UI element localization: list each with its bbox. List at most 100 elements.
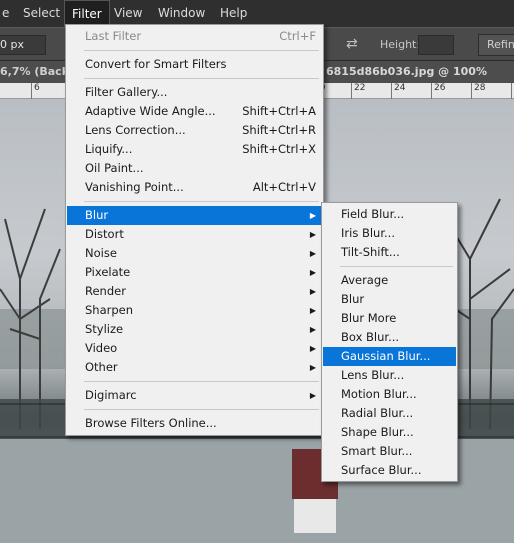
ruler-tick: 22 — [351, 83, 365, 99]
menu-item-other[interactable]: Other ▶ — [67, 358, 322, 377]
menu-item-adaptive-wide-angle[interactable]: Adaptive Wide Angle... Shift+Ctrl+A — [67, 102, 322, 121]
menu-item-digimarc[interactable]: Digimarc ▶ — [67, 386, 322, 405]
menu-item-average[interactable]: Average — [323, 271, 456, 290]
menu-item-filter-gallery[interactable]: Filter Gallery... — [67, 83, 322, 102]
menu-item-lens-blur[interactable]: Lens Blur... — [323, 366, 456, 385]
menu-separator — [84, 201, 319, 202]
menu-item-label: Video — [85, 341, 118, 355]
shortcut-label: Shift+Ctrl+X — [242, 142, 316, 156]
menu-item-label: Lens Correction... — [85, 123, 186, 137]
menu-edit[interactable]: e — [0, 0, 16, 27]
menu-item-liquify[interactable]: Liquify... Shift+Ctrl+X — [67, 140, 322, 159]
menu-item-distort[interactable]: Distort ▶ — [67, 225, 322, 244]
menu-item-label: Browse Filters Online... — [85, 416, 217, 430]
menu-item-shape-blur[interactable]: Shape Blur... — [323, 423, 456, 442]
menu-separator — [84, 78, 319, 79]
menu-item-label: Render — [85, 284, 126, 298]
menu-item-label: Sharpen — [85, 303, 134, 317]
menu-item-last-filter[interactable]: Last Filter Ctrl+F — [67, 27, 322, 46]
menu-item-label: Stylize — [85, 322, 124, 336]
menu-item-render[interactable]: Render ▶ — [67, 282, 322, 301]
ruler-tick: 6 — [31, 83, 40, 99]
ruler-tick: 28 — [471, 83, 485, 99]
menu-item-sharpen[interactable]: Sharpen ▶ — [67, 301, 322, 320]
submenu-arrow-icon: ▶ — [309, 306, 316, 315]
submenu-arrow-icon: ▶ — [309, 391, 316, 400]
feather-input[interactable]: 0 px — [0, 35, 46, 55]
menu-item-label: Last Filter — [85, 29, 142, 43]
menu-item-label: Radial Blur... — [341, 406, 414, 420]
menu-select[interactable]: Select — [16, 0, 67, 27]
filter-menu: Last Filter Ctrl+F Convert for Smart Fil… — [65, 24, 324, 436]
menu-item-blur-basic[interactable]: Blur — [323, 290, 456, 309]
menu-help[interactable]: Help — [213, 0, 254, 27]
menu-item-label: Box Blur... — [341, 330, 400, 344]
menu-item-label: Other — [85, 360, 118, 374]
menu-item-radial-blur[interactable]: Radial Blur... — [323, 404, 456, 423]
menu-item-lens-correction[interactable]: Lens Correction... Shift+Ctrl+R — [67, 121, 322, 140]
submenu-arrow-icon: ▶ — [309, 344, 316, 353]
menu-item-label: Tilt-Shift... — [341, 245, 400, 259]
submenu-arrow-icon: ▶ — [309, 363, 316, 372]
menu-item-label: Iris Blur... — [341, 226, 395, 240]
menu-item-label: Shape Blur... — [341, 425, 414, 439]
menu-item-label: Surface Blur... — [341, 463, 422, 477]
menu-item-stylize[interactable]: Stylize ▶ — [67, 320, 322, 339]
menu-item-gaussian-blur[interactable]: Gaussian Blur... — [323, 347, 456, 366]
menu-item-label: Vanishing Point... — [85, 180, 184, 194]
ruler-tick: 26 — [431, 83, 445, 99]
menu-item-label: Lens Blur... — [341, 368, 405, 382]
menu-item-noise[interactable]: Noise ▶ — [67, 244, 322, 263]
menu-separator — [84, 381, 319, 382]
shortcut-label: Alt+Ctrl+V — [252, 180, 316, 194]
menu-separator — [84, 50, 319, 51]
menu-item-label: Average — [341, 273, 389, 287]
menu-item-label: Blur More — [341, 311, 397, 325]
height-input[interactable] — [418, 35, 454, 55]
menu-item-label: Liquify... — [85, 142, 133, 156]
shortcut-label: Shift+Ctrl+R — [242, 123, 316, 137]
menu-item-label: Noise — [85, 246, 117, 260]
menu-item-label: Distort — [85, 227, 124, 241]
submenu-arrow-icon: ▶ — [309, 211, 316, 220]
menu-item-video[interactable]: Video ▶ — [67, 339, 322, 358]
blur-submenu: Field Blur... Iris Blur... Tilt-Shift...… — [321, 202, 458, 482]
menu-item-oil-paint[interactable]: Oil Paint... — [67, 159, 322, 178]
refine-edge-button[interactable]: Refine — [478, 34, 514, 56]
menu-item-label: Oil Paint... — [85, 161, 144, 175]
submenu-arrow-icon: ▶ — [309, 287, 316, 296]
shortcut-label: Shift+Ctrl+A — [242, 104, 316, 118]
menu-item-label: Filter Gallery... — [85, 85, 168, 99]
swap-arrows-icon[interactable]: ⇄ — [346, 36, 358, 52]
menu-item-blur[interactable]: Blur ▶ — [67, 206, 322, 225]
menu-separator — [84, 409, 319, 410]
menu-item-pixelate[interactable]: Pixelate ▶ — [67, 263, 322, 282]
menu-item-label: Adaptive Wide Angle... — [85, 104, 216, 118]
menu-item-label: Gaussian Blur... — [341, 349, 431, 363]
menu-item-surface-blur[interactable]: Surface Blur... — [323, 461, 456, 480]
menu-item-iris-blur[interactable]: Iris Blur... — [323, 224, 456, 243]
menu-item-motion-blur[interactable]: Motion Blur... — [323, 385, 456, 404]
menu-item-convert-smart-filters[interactable]: Convert for Smart Filters — [67, 55, 322, 74]
menu-item-smart-blur[interactable]: Smart Blur... — [323, 442, 456, 461]
menu-item-vanishing-point[interactable]: Vanishing Point... Alt+Ctrl+V — [67, 178, 322, 197]
menu-filter[interactable]: Filter — [64, 0, 110, 27]
menu-item-field-blur[interactable]: Field Blur... — [323, 205, 456, 224]
menu-item-box-blur[interactable]: Box Blur... — [323, 328, 456, 347]
submenu-arrow-icon: ▶ — [309, 230, 316, 239]
shortcut-label: Ctrl+F — [279, 29, 316, 43]
menu-item-label: Motion Blur... — [341, 387, 417, 401]
ruler-tick: 24 — [391, 83, 405, 99]
menu-window[interactable]: Window — [151, 0, 212, 27]
height-label: Height: — [380, 38, 421, 51]
menu-item-browse-filters-online[interactable]: Browse Filters Online... — [67, 414, 322, 433]
menu-separator — [340, 266, 453, 267]
menu-item-label: Blur — [85, 208, 109, 222]
submenu-arrow-icon: ▶ — [309, 268, 316, 277]
menu-item-label: Digimarc — [85, 388, 137, 402]
menu-view[interactable]: View — [107, 0, 149, 27]
menu-item-label: Blur — [341, 292, 365, 306]
submenu-arrow-icon: ▶ — [309, 249, 316, 258]
menu-item-tilt-shift[interactable]: Tilt-Shift... — [323, 243, 456, 262]
menu-item-blur-more[interactable]: Blur More — [323, 309, 456, 328]
